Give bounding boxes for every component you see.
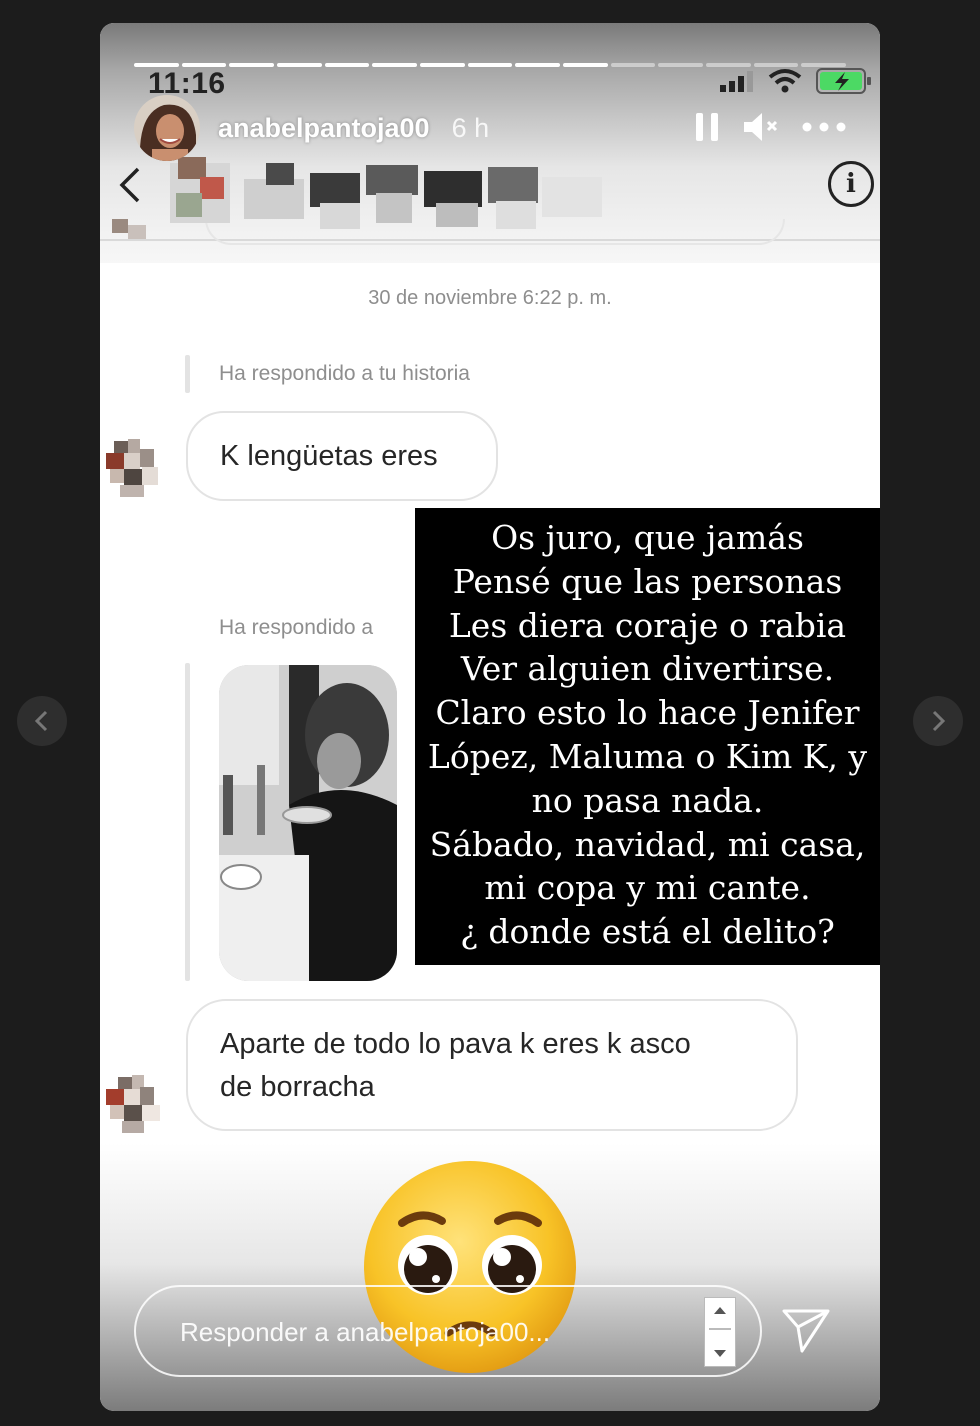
next-story-button[interactable]	[913, 696, 963, 746]
reply-label: Ha respondido a tu historia	[219, 362, 470, 385]
story-header: anabelpantoja00 6 h	[134, 95, 846, 161]
story-thumbnail-image	[219, 665, 397, 981]
progress-segment	[610, 63, 656, 67]
overlay-line: Sábado, navidad, mi casa,	[429, 824, 866, 864]
progress-segment	[467, 63, 513, 67]
progress-segment	[277, 63, 322, 67]
overlay-line: no pasa nada.	[531, 780, 764, 820]
story-text-overlay: Os juro, que jamás Pensé que las persona…	[415, 508, 880, 965]
status-icons	[720, 67, 872, 95]
overlay-line: Claro esto lo hace Jenifer	[435, 693, 860, 733]
profile-photo	[134, 95, 200, 161]
overlay-line: López, Maluma o Kim K, y	[427, 736, 868, 776]
progress-segment	[658, 63, 704, 67]
reply-indicator-bar-story	[185, 663, 190, 981]
story-controls	[694, 111, 846, 143]
back-arrow-icon	[119, 167, 140, 203]
sender-avatar-pixelated	[106, 439, 158, 497]
message-text: K lengüetas eres	[220, 440, 438, 472]
progress-segment	[324, 63, 370, 67]
scrollbar[interactable]	[704, 1297, 736, 1367]
message-timestamp: 30 de noviembre 6:22 p. m.	[368, 287, 612, 309]
story-username[interactable]: anabelpantoja00	[218, 113, 430, 144]
progress-segment	[420, 63, 465, 67]
sender-avatar-pixelated	[106, 1075, 160, 1133]
story-age: 6 h	[451, 112, 490, 143]
battery-charging-icon	[816, 68, 871, 94]
progress-segment	[515, 63, 561, 67]
overlay-line: Pensé que las personas	[452, 561, 843, 601]
pixelated-contact-name	[170, 157, 602, 229]
send-icon[interactable]	[780, 1303, 832, 1355]
progress-segment	[229, 63, 275, 67]
story-reply-input[interactable]: Responder a anabelpantoja00...	[134, 1285, 762, 1377]
reply-placeholder: Responder a anabelpantoja00...	[180, 1317, 551, 1347]
more-icon[interactable]	[802, 122, 846, 132]
pause-icon[interactable]	[694, 111, 720, 143]
profile-avatar[interactable]	[134, 95, 200, 161]
chevron-right-icon	[932, 710, 946, 732]
chevron-left-icon	[34, 710, 48, 732]
progress-segment	[563, 63, 608, 67]
wifi-icon	[768, 69, 802, 93]
reply-label-story: Ha respondido a	[219, 616, 374, 639]
reply-indicator-bar	[185, 355, 190, 393]
overlay-line: ¿ donde está el delito?	[460, 912, 835, 952]
info-icon: i	[828, 161, 874, 207]
signal-icon	[720, 71, 753, 92]
message-text-line-1: Aparte de todo lo pava k eres k asco	[220, 1028, 691, 1060]
overlay-line: Les diera coraje o rabia	[448, 605, 847, 645]
replied-story-thumbnail[interactable]	[219, 665, 397, 981]
previous-sender-avatar	[112, 219, 146, 239]
previous-story-button[interactable]	[17, 696, 67, 746]
overlay-line: mi copa y mi cante.	[484, 868, 811, 908]
progress-segment	[372, 63, 418, 67]
overlay-line: Os juro, que jamás	[491, 518, 804, 557]
overlay-line: Ver alguien divertirse.	[460, 649, 835, 689]
message-bubble[interactable]: Aparte de todo lo pava k eres k asco de …	[186, 999, 798, 1131]
message-bubble[interactable]: K lengüetas eres	[186, 411, 498, 501]
mute-icon[interactable]	[742, 111, 780, 143]
scroll-arrows-icon	[709, 1307, 731, 1357]
story-viewer: 30 de noviembre 6:22 p. m. Ha respondido…	[100, 23, 880, 1411]
message-text-line-2: de borracha	[220, 1071, 375, 1103]
